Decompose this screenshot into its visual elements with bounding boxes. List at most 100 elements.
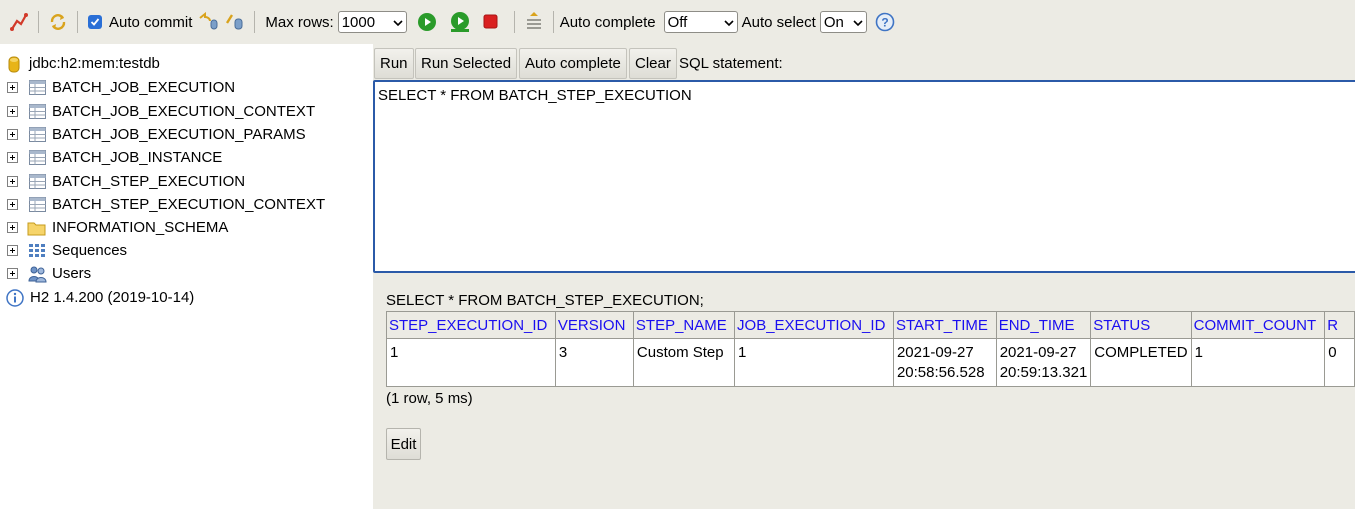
table-icon bbox=[29, 103, 46, 120]
auto-commit-label: Auto commit bbox=[109, 13, 193, 31]
query-panel: Run Run Selected Auto complete Clear SQL… bbox=[373, 44, 1355, 509]
cell-step-name: Custom Step bbox=[632, 338, 736, 387]
tree-item-batch-job-instance[interactable]: BATCH_JOB_INSTANCE bbox=[0, 147, 373, 169]
column-header[interactable]: R bbox=[1324, 311, 1355, 339]
expand-icon[interactable] bbox=[7, 199, 18, 210]
table-header-row: STEP_EXECUTION_ID VERSION STEP_NAME JOB_… bbox=[386, 311, 1355, 339]
toolbar: Auto commit Max rows: 1000 Auto complete… bbox=[0, 0, 1355, 44]
max-rows-value: 1000 bbox=[341, 13, 376, 31]
history-icon[interactable] bbox=[522, 10, 546, 34]
tree-item-batch-job-execution[interactable]: BATCH_JOB_EXECUTION bbox=[0, 77, 373, 99]
auto-select-label: Auto select bbox=[741, 13, 816, 31]
tree-item-label: BATCH_JOB_INSTANCE bbox=[52, 149, 223, 166]
auto-complete-value: Off bbox=[667, 13, 688, 31]
edit-button[interactable]: Edit bbox=[386, 428, 421, 460]
expand-icon[interactable] bbox=[7, 152, 18, 163]
tree-item-label: BATCH_JOB_EXECUTION_PARAMS bbox=[52, 126, 306, 143]
tree-item-batch-step-execution[interactable]: BATCH_STEP_EXECUTION bbox=[0, 171, 373, 193]
column-header[interactable]: VERSION bbox=[554, 311, 634, 339]
cell-start-time: 2021-09-27 20:58:56.528 bbox=[892, 338, 997, 387]
tree-item-sequences[interactable]: Sequences bbox=[0, 240, 373, 262]
toolbar-separator bbox=[254, 11, 256, 33]
help-glyph: ? bbox=[881, 16, 888, 30]
table-icon bbox=[29, 196, 46, 213]
refresh-icon[interactable] bbox=[46, 10, 70, 34]
expand-icon[interactable] bbox=[7, 129, 18, 140]
auto-complete-label: Auto complete bbox=[559, 13, 656, 31]
run-selected-icon[interactable] bbox=[448, 10, 472, 34]
tree-item-label: INFORMATION_SCHEMA bbox=[52, 219, 229, 236]
column-header[interactable]: STEP_NAME bbox=[632, 311, 736, 339]
column-header[interactable]: COMMIT_COUNT bbox=[1190, 311, 1326, 339]
users-icon bbox=[28, 265, 47, 283]
column-header[interactable]: STATUS bbox=[1090, 311, 1192, 339]
stop-icon[interactable] bbox=[479, 10, 503, 34]
tree-item-users[interactable]: Users bbox=[0, 263, 373, 285]
tree-item-label: BATCH_STEP_EXECUTION bbox=[52, 173, 246, 190]
cell-r: 0 bbox=[1324, 338, 1355, 387]
chevron-down-icon bbox=[393, 14, 403, 31]
rollback-icon[interactable] bbox=[197, 10, 221, 34]
toolbar-separator bbox=[38, 11, 39, 33]
max-rows-select[interactable]: 1000 bbox=[337, 11, 407, 33]
tree-item-label: BATCH_STEP_EXECUTION_CONTEXT bbox=[52, 196, 326, 213]
info-icon bbox=[6, 289, 24, 311]
sql-statement-label: SQL statement: bbox=[679, 55, 783, 72]
auto-select-select[interactable]: On bbox=[819, 11, 867, 33]
database-icon bbox=[8, 56, 20, 77]
cell-end-time: 2021-09-27 20:59:13.321 bbox=[995, 338, 1092, 387]
tree-item-batch-job-execution-params[interactable]: BATCH_JOB_EXECUTION_PARAMS bbox=[0, 124, 373, 146]
help-icon[interactable]: ? bbox=[873, 10, 897, 34]
tree-item-label: BATCH_JOB_EXECUTION_CONTEXT bbox=[52, 103, 316, 120]
auto-complete-select[interactable]: Off bbox=[663, 11, 738, 33]
column-header[interactable]: END_TIME bbox=[995, 311, 1092, 339]
column-header[interactable]: STEP_EXECUTION_ID bbox=[386, 311, 556, 339]
tree-item-information-schema[interactable]: INFORMATION_SCHEMA bbox=[0, 217, 373, 239]
version-label: H2 1.4.200 (2019-10-14) bbox=[30, 289, 195, 306]
row-count-info: (1 row, 5 ms) bbox=[386, 390, 473, 407]
end-time-date: 2021-09-27 bbox=[999, 344, 1077, 361]
cell-status: COMPLETED bbox=[1090, 338, 1192, 387]
cell-job-execution-id: 1 bbox=[734, 338, 894, 387]
end-time-time: 20:59:13.321 bbox=[999, 364, 1088, 381]
cell-commit-count: 1 bbox=[1190, 338, 1326, 387]
disconnect-icon[interactable] bbox=[7, 10, 31, 34]
tree-item-batch-step-execution-context[interactable]: BATCH_STEP_EXECUTION_CONTEXT bbox=[0, 194, 373, 216]
expand-icon[interactable] bbox=[7, 176, 18, 187]
run-selected-button[interactable]: Run Selected bbox=[415, 48, 518, 79]
expand-icon[interactable] bbox=[7, 82, 18, 93]
column-header[interactable]: JOB_EXECUTION_ID bbox=[734, 311, 894, 339]
expand-icon[interactable] bbox=[7, 222, 18, 233]
tree-item-batch-job-execution-context[interactable]: BATCH_JOB_EXECUTION_CONTEXT bbox=[0, 101, 373, 123]
connection-url: jdbc:h2:mem:testdb bbox=[29, 55, 160, 72]
clear-button[interactable]: Clear bbox=[629, 48, 677, 79]
table-row[interactable]: 1 3 Custom Step 1 2021-09-27 20:58:56.52… bbox=[386, 338, 1355, 387]
expand-icon[interactable] bbox=[7, 106, 18, 117]
table-icon bbox=[29, 173, 46, 190]
tree-item-label: Users bbox=[52, 265, 92, 282]
auto-commit-checkbox[interactable] bbox=[88, 15, 102, 29]
run-icon[interactable] bbox=[415, 10, 439, 34]
cell-version: 3 bbox=[554, 338, 634, 387]
schema-tree: jdbc:h2:mem:testdb BATCH_JOB_EXECUTION B… bbox=[0, 44, 373, 509]
tree-item-label: BATCH_JOB_EXECUTION bbox=[52, 79, 236, 96]
chevron-down-icon bbox=[724, 14, 734, 31]
table-icon bbox=[29, 126, 46, 143]
sql-editor[interactable]: SELECT * FROM BATCH_STEP_EXECUTION bbox=[373, 80, 1355, 273]
start-time-time: 20:58:56.528 bbox=[896, 364, 985, 381]
tree-item-label: Sequences bbox=[52, 242, 128, 259]
auto-complete-button[interactable]: Auto complete bbox=[519, 48, 627, 79]
tree-connection[interactable]: jdbc:h2:mem:testdb bbox=[0, 53, 373, 75]
commit-icon[interactable] bbox=[223, 10, 247, 34]
expand-icon[interactable] bbox=[7, 268, 18, 279]
cell-step-execution-id: 1 bbox=[386, 338, 556, 387]
run-button[interactable]: Run bbox=[374, 48, 414, 79]
column-header[interactable]: START_TIME bbox=[892, 311, 997, 339]
auto-select-value: On bbox=[823, 13, 844, 31]
expand-icon[interactable] bbox=[7, 245, 18, 256]
table-icon bbox=[29, 149, 46, 166]
tree-version: H2 1.4.200 (2019-10-14) bbox=[0, 287, 373, 309]
result-query-text: SELECT * FROM BATCH_STEP_EXECUTION; bbox=[386, 292, 704, 309]
folder-icon bbox=[27, 220, 46, 237]
start-time-date: 2021-09-27 bbox=[896, 344, 974, 361]
